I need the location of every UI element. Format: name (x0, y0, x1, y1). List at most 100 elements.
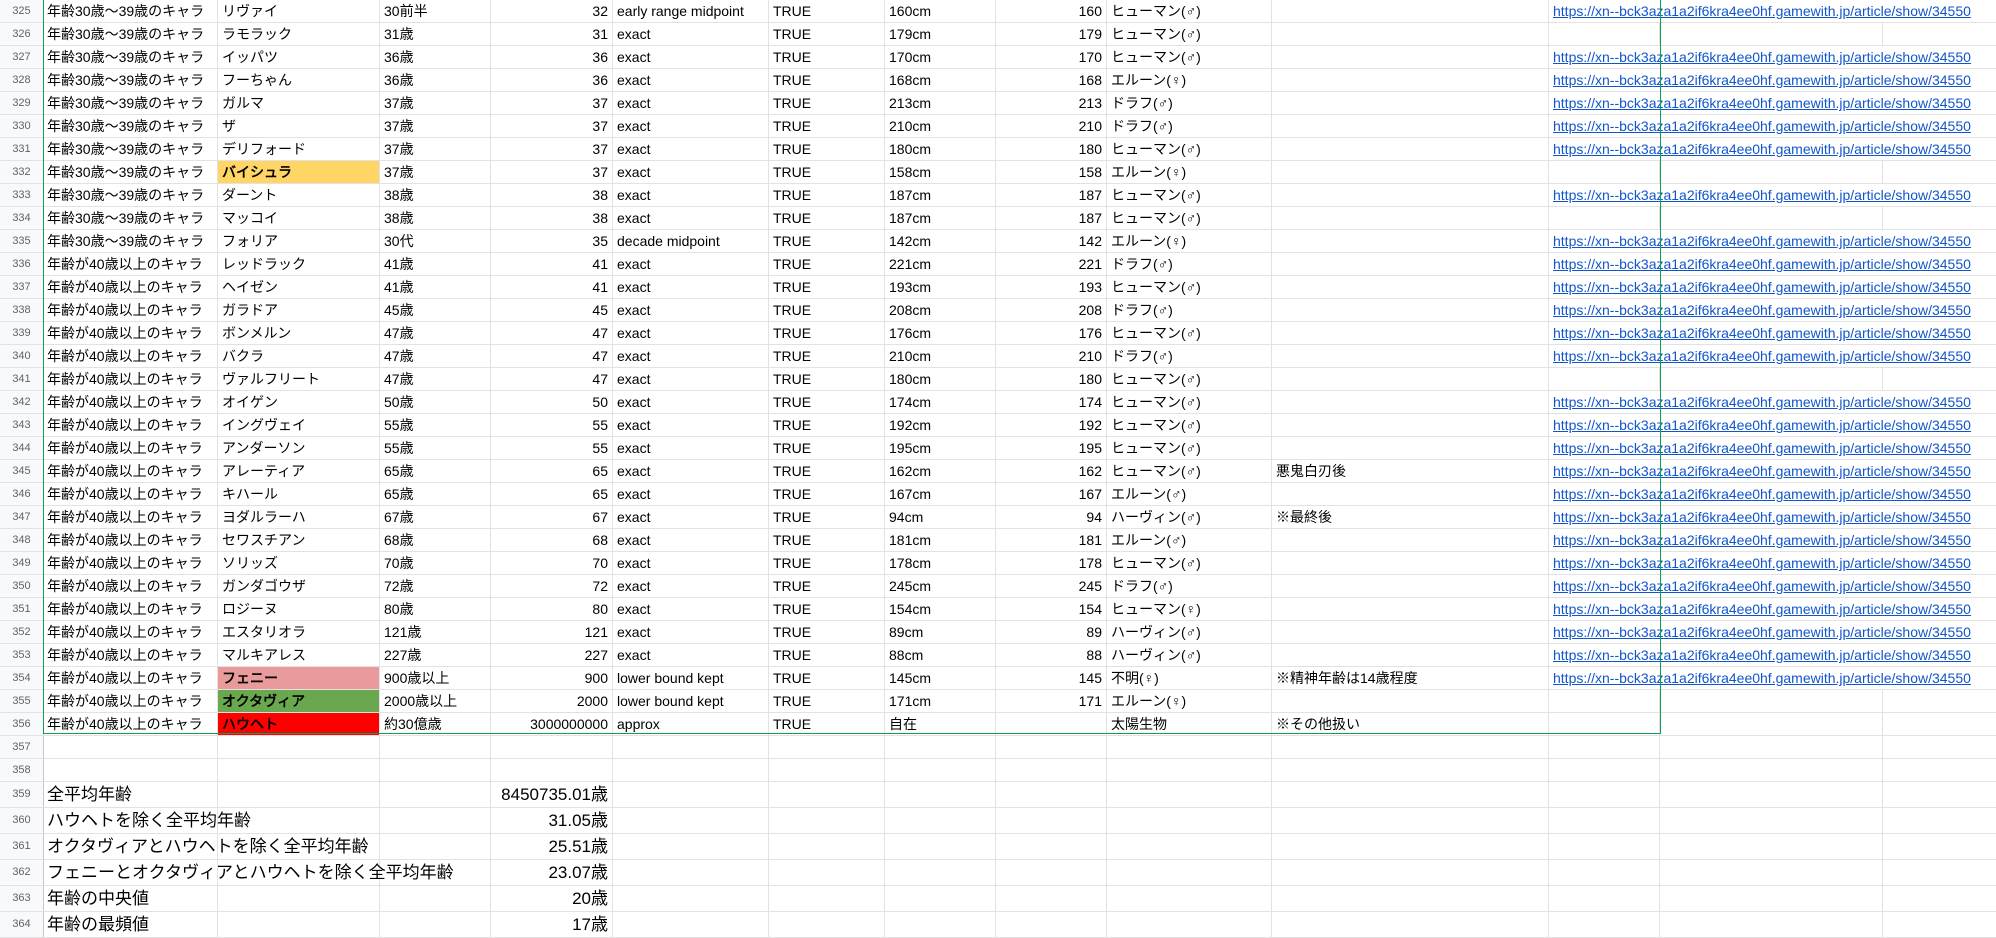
height-cell[interactable]: 245 (996, 575, 1107, 598)
height-cell[interactable]: 158 (996, 161, 1107, 184)
summary-label[interactable]: 全平均年齢 (43, 782, 218, 808)
empty-cell[interactable] (613, 759, 769, 782)
age-text-cell[interactable]: 65歳 (380, 460, 491, 483)
empty-cell[interactable] (613, 912, 769, 938)
flag-cell[interactable]: TRUE (769, 368, 885, 391)
race-cell[interactable]: ヒューマン(♂) (1107, 46, 1272, 69)
note-cell[interactable]: 悪鬼白刃後 (1272, 460, 1549, 483)
group-cell[interactable]: 年齢30歳〜39歳のキャラ (43, 161, 218, 184)
name-cell[interactable]: ザ (218, 115, 380, 138)
group-cell[interactable]: 年齢30歳〜39歳のキャラ (43, 92, 218, 115)
flag-cell[interactable]: TRUE (769, 138, 885, 161)
method-cell[interactable]: exact (613, 184, 769, 207)
age-text-cell[interactable]: 72歳 (380, 575, 491, 598)
height-text-cell[interactable]: 176cm (885, 322, 996, 345)
race-cell[interactable]: 太陽生物 (1107, 713, 1272, 736)
link-cell[interactable] (1549, 161, 1660, 184)
note-cell[interactable] (1272, 69, 1549, 92)
empty-cell[interactable] (996, 808, 1107, 834)
empty-cell[interactable] (769, 808, 885, 834)
empty-cell[interactable] (1272, 860, 1549, 886)
method-cell[interactable]: exact (613, 161, 769, 184)
name-cell[interactable]: リヴァイ (218, 0, 380, 23)
age-cell[interactable]: 37 (491, 138, 613, 161)
link-cell[interactable]: https://xn--bck3aza1a2if6kra4ee0hf.gamew… (1549, 644, 1996, 667)
method-cell[interactable]: exact (613, 92, 769, 115)
note-cell[interactable] (1272, 299, 1549, 322)
empty-cell[interactable] (491, 759, 613, 782)
empty-cell[interactable] (43, 759, 218, 782)
note-cell[interactable] (1272, 391, 1549, 414)
method-cell[interactable]: exact (613, 598, 769, 621)
age-cell[interactable]: 47 (491, 345, 613, 368)
name-cell[interactable]: セワスチアン (218, 529, 380, 552)
name-cell[interactable]: ボンメルン (218, 322, 380, 345)
empty-cell[interactable] (613, 886, 769, 912)
empty-cell[interactable] (1660, 759, 1883, 782)
empty-cell[interactable] (996, 736, 1107, 759)
group-cell[interactable]: 年齢が40歳以上のキャラ (43, 644, 218, 667)
empty-cell[interactable] (1107, 782, 1272, 808)
empty-cell[interactable] (1107, 808, 1272, 834)
method-cell[interactable]: exact (613, 368, 769, 391)
flag-cell[interactable]: TRUE (769, 437, 885, 460)
age-cell[interactable]: 68 (491, 529, 613, 552)
group-cell[interactable]: 年齢が40歳以上のキャラ (43, 575, 218, 598)
empty-cell[interactable] (1660, 368, 1883, 391)
height-text-cell[interactable]: 181cm (885, 529, 996, 552)
race-cell[interactable]: エルーン(♀) (1107, 69, 1272, 92)
summary-value[interactable]: 31.05歳 (491, 808, 613, 834)
race-cell[interactable]: ヒューマン(♂) (1107, 0, 1272, 23)
empty-cell[interactable] (613, 860, 769, 886)
group-cell[interactable]: 年齢が40歳以上のキャラ (43, 299, 218, 322)
flag-cell[interactable]: TRUE (769, 667, 885, 690)
link-cell[interactable]: https://xn--bck3aza1a2if6kra4ee0hf.gamew… (1549, 230, 1996, 253)
age-cell[interactable]: 36 (491, 46, 613, 69)
name-cell[interactable]: キハール (218, 483, 380, 506)
note-cell[interactable] (1272, 23, 1549, 46)
age-text-cell[interactable]: 41歳 (380, 253, 491, 276)
name-cell[interactable]: ガルマ (218, 92, 380, 115)
method-cell[interactable]: exact (613, 345, 769, 368)
height-cell[interactable]: 168 (996, 69, 1107, 92)
flag-cell[interactable]: TRUE (769, 552, 885, 575)
summary-value[interactable]: 23.07歳 (491, 860, 613, 886)
name-cell[interactable]: オイゲン (218, 391, 380, 414)
link-cell[interactable] (1549, 23, 1660, 46)
empty-cell[interactable] (1660, 713, 1883, 736)
age-cell[interactable]: 35 (491, 230, 613, 253)
group-cell[interactable]: 年齢が40歳以上のキャラ (43, 667, 218, 690)
group-cell[interactable]: 年齢が40歳以上のキャラ (43, 529, 218, 552)
empty-cell[interactable] (380, 759, 491, 782)
height-cell[interactable]: 187 (996, 184, 1107, 207)
age-text-cell[interactable]: 36歳 (380, 69, 491, 92)
height-text-cell[interactable]: 213cm (885, 92, 996, 115)
age-text-cell[interactable]: 2000歳以上 (380, 690, 491, 713)
height-cell[interactable]: 89 (996, 621, 1107, 644)
note-cell[interactable] (1272, 207, 1549, 230)
age-text-cell[interactable]: 47歳 (380, 345, 491, 368)
flag-cell[interactable]: TRUE (769, 299, 885, 322)
link-cell[interactable]: https://xn--bck3aza1a2if6kra4ee0hf.gamew… (1549, 667, 1996, 690)
height-text-cell[interactable]: 158cm (885, 161, 996, 184)
empty-cell[interactable] (996, 782, 1107, 808)
flag-cell[interactable]: TRUE (769, 414, 885, 437)
empty-cell[interactable] (491, 736, 613, 759)
empty-cell[interactable] (43, 736, 218, 759)
group-cell[interactable]: 年齢が40歳以上のキャラ (43, 506, 218, 529)
flag-cell[interactable]: TRUE (769, 621, 885, 644)
group-cell[interactable]: 年齢30歳〜39歳のキャラ (43, 138, 218, 161)
height-cell[interactable]: 213 (996, 92, 1107, 115)
race-cell[interactable]: 不明(♀) (1107, 667, 1272, 690)
age-cell[interactable]: 3000000000 (491, 713, 613, 736)
note-cell[interactable] (1272, 552, 1549, 575)
name-cell[interactable]: マッコイ (218, 207, 380, 230)
method-cell[interactable]: exact (613, 506, 769, 529)
method-cell[interactable]: exact (613, 529, 769, 552)
empty-cell[interactable] (380, 886, 491, 912)
method-cell[interactable]: exact (613, 575, 769, 598)
group-cell[interactable]: 年齢が40歳以上のキャラ (43, 414, 218, 437)
empty-cell[interactable] (1883, 886, 1996, 912)
flag-cell[interactable]: TRUE (769, 46, 885, 69)
race-cell[interactable]: ヒューマン(♀) (1107, 598, 1272, 621)
